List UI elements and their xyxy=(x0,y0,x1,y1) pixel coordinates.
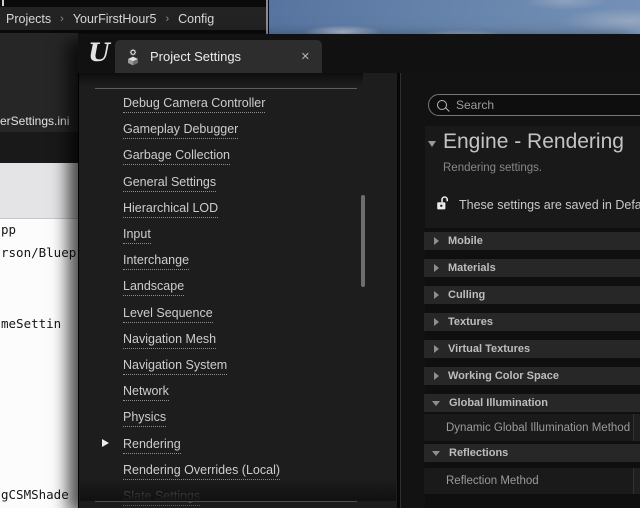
breadcrumb: Projects › YourFirstHour5 › Config xyxy=(0,7,266,30)
chevron-down-icon[interactable] xyxy=(428,141,436,147)
sidebar-item-network[interactable]: Network xyxy=(123,384,169,401)
window-edge-highlight xyxy=(266,0,268,34)
chevron-separator-icon: › xyxy=(165,12,169,25)
search-icon xyxy=(437,100,447,110)
section-materials[interactable]: Materials xyxy=(424,259,640,277)
header-shadow xyxy=(79,73,363,86)
chevron-right-icon xyxy=(434,345,439,353)
section-culling[interactable]: Culling xyxy=(424,286,640,304)
chevron-separator-icon: › xyxy=(60,12,64,25)
chevron-down-icon xyxy=(432,401,440,406)
sidebar-item-garbage-collection[interactable]: Garbage Collection xyxy=(123,148,230,165)
section-working-color-space[interactable]: Working Color Space xyxy=(424,367,640,385)
window-edge-tick xyxy=(2,0,4,6)
section-reflections[interactable]: Reflections xyxy=(424,444,640,462)
section-global-illumination[interactable]: Global Illumination xyxy=(424,394,640,412)
sidebar-item-interchange[interactable]: Interchange xyxy=(123,253,189,270)
chevron-right-icon xyxy=(434,318,439,326)
section-textures[interactable]: Textures xyxy=(424,313,640,331)
close-icon[interactable]: ✕ xyxy=(301,50,310,63)
list-top-divider xyxy=(95,88,357,89)
page-title: Engine - Rendering xyxy=(443,130,624,154)
viewport-sky-image xyxy=(269,0,640,35)
save-location-notice: These settings are saved in Defa xyxy=(459,198,640,212)
editor-toolbar-band xyxy=(0,163,78,219)
section-mobile[interactable]: Mobile xyxy=(424,232,640,250)
code-line: gCSMShade xyxy=(1,487,69,502)
code-line: pp xyxy=(1,222,16,237)
search-input[interactable] xyxy=(454,97,628,113)
breadcrumb-item-yourfirsthour5[interactable]: YourFirstHour5 xyxy=(73,12,157,26)
sidebar-item-rendering[interactable]: Rendering xyxy=(123,437,181,454)
tab-label: Project Settings xyxy=(150,49,301,64)
search-box[interactable] xyxy=(428,94,640,116)
chevron-right-icon xyxy=(434,291,439,299)
chevron-right-icon xyxy=(434,264,439,272)
chevron-right-icon xyxy=(434,237,439,245)
property-row-dynamic-global-illumination-method[interactable]: Dynamic Global Illumination Method xyxy=(424,414,640,441)
sidebar-item-landscape[interactable]: Landscape xyxy=(123,279,184,296)
chevron-right-icon xyxy=(434,372,439,380)
selected-item-arrow-icon xyxy=(102,439,109,447)
tab-project-settings[interactable]: Project Settings ✕ xyxy=(115,40,322,73)
section-virtual-textures[interactable]: Virtual Textures xyxy=(424,340,640,358)
breadcrumb-item-projects[interactable]: Projects xyxy=(6,12,51,26)
value-column-edge xyxy=(633,468,640,494)
sidebar-item-physics[interactable]: Physics xyxy=(123,410,166,427)
sidebar-item-navigation-mesh[interactable]: Navigation Mesh xyxy=(123,332,216,349)
chevron-down-icon xyxy=(432,451,440,456)
breadcrumb-item-config[interactable]: Config xyxy=(178,12,214,26)
sidebar-item-hierarchical-lod[interactable]: Hierarchical LOD xyxy=(123,201,218,218)
unreal-logo-icon[interactable]: U xyxy=(84,38,114,68)
sidebar-scrollbar-thumb[interactable] xyxy=(361,195,365,287)
sidebar-item-navigation-system[interactable]: Navigation System xyxy=(123,358,227,375)
value-column-edge xyxy=(633,414,640,441)
sidebar-item-debug-camera-controller[interactable]: Debug Camera Controller xyxy=(123,96,265,113)
code-line: rson/Bluep xyxy=(1,245,76,260)
sidebar-item-general-settings[interactable]: General Settings xyxy=(123,175,216,192)
unlocked-padlock-icon xyxy=(436,196,450,211)
sidebar-item-input[interactable]: Input xyxy=(123,227,151,244)
sidebar-item-level-sequence[interactable]: Level Sequence xyxy=(123,306,213,323)
screenshot-stage: Projects › YourFirstHour5 › Config erSet… xyxy=(0,0,640,508)
list-bottom-divider xyxy=(95,501,357,502)
project-settings-gear-cube-icon xyxy=(125,48,141,66)
property-row-reflection-method[interactable]: Reflection Method xyxy=(424,468,640,494)
page-subtitle: Rendering settings. xyxy=(443,162,542,174)
code-line: meSettin xyxy=(1,316,61,331)
file-explorer-window: Projects › YourFirstHour5 › Config xyxy=(0,0,269,33)
editor-text-area[interactable]: pp rson/Bluep meSettin gCSMShade xyxy=(0,219,78,508)
editor-tab-title[interactable]: erSettings.ini xyxy=(0,114,78,128)
editor-chrome xyxy=(0,132,78,163)
sidebar-item-gameplay-debugger[interactable]: Gameplay Debugger xyxy=(123,122,238,139)
list-bottom-fade xyxy=(80,478,396,501)
